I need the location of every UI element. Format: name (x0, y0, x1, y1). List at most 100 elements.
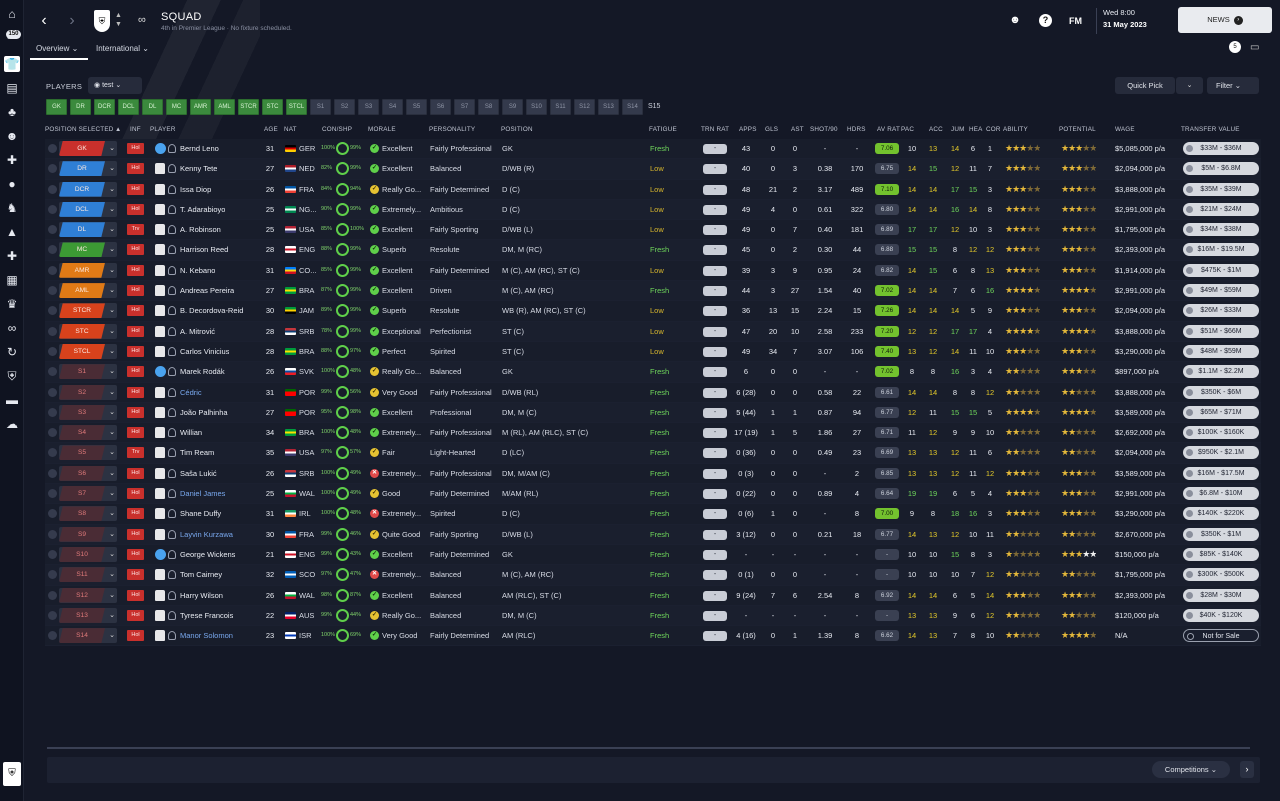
row-select-checkbox[interactable] (48, 448, 57, 458)
player-name[interactable]: Harry Wilson (180, 586, 223, 605)
position-selector[interactable]: S7 ⌄ (59, 486, 117, 502)
formation-slot[interactable]: DCL (118, 99, 139, 115)
player-name[interactable]: Layvin Kurzawa (180, 525, 233, 544)
forward-arrow-icon[interactable]: › (64, 12, 80, 30)
position-selector[interactable]: DL ⌄ (59, 222, 117, 238)
position-selector[interactable]: S13 ⌄ (59, 607, 117, 623)
club-crest-icon[interactable]: ⛨ (4, 368, 20, 384)
player-name[interactable]: George Wickens (180, 545, 235, 564)
table-row[interactable]: DL ⌄ Trv A. Robinson 25 USA 85% 100% ✓ Excellent F… (45, 220, 1261, 241)
row-select-checkbox[interactable] (48, 570, 57, 580)
column-header-position-selected[interactable]: POSITION SELECTED (45, 126, 113, 133)
transfer-value-pill[interactable]: $100K - $160K (1183, 426, 1259, 440)
dynamics-icon[interactable]: ♣ (4, 104, 20, 120)
column-header-position[interactable]: POSITION (501, 126, 533, 133)
formation-slot[interactable]: DCR (94, 99, 115, 115)
notification-badge[interactable]: 5 (1229, 41, 1241, 53)
formation-slot[interactable]: MC (166, 99, 187, 115)
view-select[interactable]: ◉ test ⌄ (88, 77, 142, 94)
row-select-checkbox[interactable] (48, 144, 57, 153)
column-header-pac[interactable]: PAC (901, 126, 914, 133)
position-selector[interactable]: STCR ⌄ (59, 303, 117, 319)
row-select-checkbox[interactable] (48, 245, 57, 255)
formation-slot[interactable]: S9 (502, 99, 523, 115)
transfer-value-pill[interactable]: $16M - $19.5M (1183, 243, 1259, 257)
position-selector[interactable]: STC ⌄ (59, 323, 117, 339)
player-name[interactable]: Marek Rodák (180, 362, 225, 381)
player-name[interactable]: Tim Ream (180, 443, 214, 462)
fm-assistant-icon[interactable]: ☻ (1008, 14, 1022, 26)
column-header-nat[interactable]: NAT (284, 126, 297, 133)
column-header-shot-90[interactable]: SHOT/90 (810, 126, 838, 133)
table-row[interactable]: STC ⌄ Hol A. Mitrović 28 SRB 78% 99% ✓ Exceptiona… (45, 321, 1261, 342)
transfer-value-pill[interactable]: $35M - $39M (1183, 182, 1259, 196)
quick-pick-button[interactable]: Quick Pick (1115, 77, 1175, 94)
table-row[interactable]: DCR ⌄ Hol Issa Diop 26 FRA 84% 94% ✓ Really Go...… (45, 179, 1261, 200)
table-row[interactable]: S2 ⌄ Hol Cédric 31 POR 99% 56% ✓ Very Good Fairly … (45, 382, 1261, 403)
column-header-hea[interactable]: HEA (969, 126, 983, 133)
transfer-value-pill[interactable]: $5M - $6.8M (1183, 162, 1259, 176)
table-row[interactable]: STCL ⌄ Hol Carlos Vinicius 28 BRA 88% 97% ✓ Perfe… (45, 341, 1261, 363)
column-header-inf[interactable]: INF (130, 126, 141, 133)
transfer-value-pill[interactable]: $300K - $500K (1183, 568, 1259, 582)
position-selector[interactable]: S9 ⌄ (59, 526, 117, 542)
row-select-checkbox[interactable] (48, 164, 57, 174)
chevron-right-icon[interactable]: › (1240, 761, 1254, 778)
transfer-value-pill[interactable]: $350K - $6M (1183, 385, 1259, 399)
player-name[interactable]: A. Robinson (180, 220, 221, 239)
row-select-checkbox[interactable] (48, 184, 57, 194)
competitions-button[interactable]: Competitions ⌄ (1152, 761, 1230, 778)
club-crest-icon[interactable]: ⛨ (3, 762, 21, 786)
position-selector[interactable]: S1 ⌄ (59, 364, 117, 380)
row-select-checkbox[interactable] (48, 549, 57, 559)
formation-slot[interactable]: STC (262, 99, 283, 115)
position-selector[interactable]: AML ⌄ (59, 283, 117, 299)
finances-icon[interactable]: ▬ (4, 392, 20, 408)
transfer-value-pill[interactable]: $49M - $59M (1183, 284, 1259, 298)
column-header-apps[interactable]: APPS (739, 126, 757, 133)
transfer-value-pill[interactable]: $51M - $66M (1183, 324, 1259, 338)
transfer-value-pill[interactable]: $6.8M - $10M (1183, 487, 1259, 501)
column-header-av-rat[interactable]: AV RAT (877, 126, 900, 133)
table-row[interactable]: STCR ⌄ Hol B. Decordova-Reid 30 JAM 89% 99% ✓ Sup… (45, 301, 1261, 322)
formation-slot[interactable]: S1 (310, 99, 331, 115)
transfer-value-pill[interactable]: $28M - $30M (1183, 588, 1259, 602)
transfer-value-pill[interactable]: $350K - $1M (1183, 527, 1259, 541)
table-row[interactable]: AML ⌄ Hol Andreas Pereira 27 BRA 87% 99% ✓ Excell… (45, 281, 1261, 302)
player-name[interactable]: Issa Diop (180, 180, 211, 199)
formation-slot[interactable]: AMR (190, 99, 211, 115)
screen-icon[interactable]: ▭ (1250, 42, 1259, 53)
transfer-value-pill[interactable]: Not for Sale (1183, 629, 1259, 643)
player-name[interactable]: T. Adarabioyo (180, 200, 225, 219)
column-header-morale[interactable]: MORALE (368, 126, 396, 133)
table-row[interactable]: S7 ⌄ Hol Daniel James 25 WAL 100% 49% ✓ Good Fairl… (45, 484, 1261, 505)
player-name[interactable]: Cédric (180, 383, 202, 402)
club-switch-arrows-icon[interactable]: ▲ ▼ (115, 11, 122, 29)
transfer-value-pill[interactable]: $85K - $140K (1183, 547, 1259, 561)
player-name[interactable]: Bernd Leno (180, 139, 219, 158)
transfer-value-pill[interactable]: $950K - $2.1M (1183, 446, 1259, 460)
position-selector[interactable]: GK ⌄ (59, 141, 117, 156)
player-name[interactable]: Tom Cairney (180, 565, 222, 584)
table-row[interactable]: S13 ⌄ Hol Tyrese Francois 22 AUS 99% 44% ✓ Really… (45, 605, 1261, 627)
row-select-checkbox[interactable] (48, 204, 57, 214)
position-selector[interactable]: DR ⌄ (59, 161, 117, 177)
column-header-hdrs[interactable]: HDRS (847, 126, 866, 133)
player-name[interactable]: Carlos Vinicius (180, 342, 229, 361)
formation-slot[interactable]: S8 (478, 99, 499, 115)
column-header-potential[interactable]: POTENTIAL (1059, 126, 1096, 133)
column-header-wage[interactable]: WAGE (1115, 126, 1135, 133)
club-crest-icon[interactable]: ⛨ (94, 10, 110, 32)
row-select-checkbox[interactable] (48, 346, 57, 356)
row-select-checkbox[interactable] (48, 590, 57, 600)
formation-slot[interactable]: S3 (358, 99, 379, 115)
position-selector[interactable]: AMR ⌄ (59, 262, 117, 278)
quick-pick-chevron-icon[interactable]: ⌄ (1176, 77, 1203, 94)
position-selector[interactable]: S4 ⌄ (59, 425, 117, 441)
row-select-checkbox[interactable] (48, 367, 57, 377)
formation-slot[interactable]: S2 (334, 99, 355, 115)
binoculars-icon[interactable]: ∞ (4, 320, 20, 336)
row-select-checkbox[interactable] (48, 428, 57, 438)
table-row[interactable]: MC ⌄ Hol Harrison Reed 28 ENG 88% 99% ✓ Superb Res… (45, 240, 1261, 261)
table-row[interactable]: S11 ⌄ Hol Tom Cairney 32 SCO 97% 47% ✕ Extremely.… (45, 565, 1261, 586)
